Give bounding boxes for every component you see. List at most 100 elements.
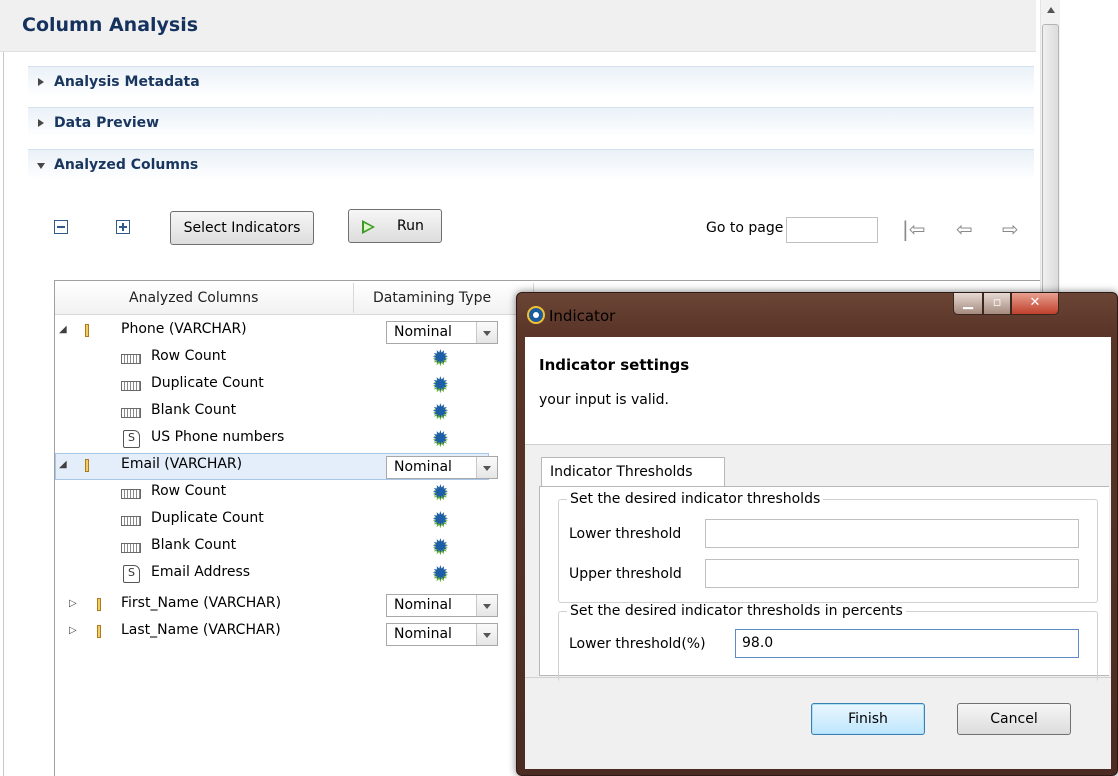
select-value: Nominal [394, 324, 452, 340]
dropdown-arrow-icon [476, 322, 497, 343]
indicator-icon [121, 516, 141, 526]
dialog-header: Indicator settings your input is valid. [525, 337, 1111, 445]
dialog-content: Indicator settings your input is valid. … [525, 337, 1111, 769]
row-label: First_Name (VARCHAR) [121, 595, 282, 611]
select-value: Nominal [394, 626, 452, 642]
section-label: Analyzed Columns [54, 157, 199, 173]
close-button[interactable]: ✕ [1011, 293, 1059, 315]
tab-indicator-thresholds[interactable]: Indicator Thresholds [541, 457, 725, 487]
gear-icon[interactable]: ✹ [432, 509, 449, 529]
run-label: Run [397, 218, 424, 234]
section-label: Analysis Metadata [54, 74, 200, 90]
first-page-icon[interactable]: |⇦ [902, 218, 926, 240]
section-data-preview[interactable]: Data Preview [28, 107, 1034, 141]
header-analyzed-columns[interactable]: Analyzed Columns [129, 290, 258, 306]
dialog-title: Indicator [549, 307, 616, 325]
scroll-up-icon[interactable] [1047, 7, 1055, 13]
select-indicators-button[interactable]: Select Indicators [170, 211, 314, 245]
row-label: Last_Name (VARCHAR) [121, 622, 281, 638]
upper-threshold-input[interactable] [705, 559, 1079, 588]
app-logo-icon [527, 306, 545, 324]
minimize-icon: ▁ [963, 295, 973, 310]
thresholds-group: Set the desired indicator thresholds Low… [558, 491, 1098, 603]
datamining-type-select[interactable]: Nominal [386, 456, 498, 479]
row-label: Duplicate Count [151, 510, 264, 526]
datamining-type-select[interactable]: Nominal [386, 623, 498, 646]
pattern-icon [123, 430, 140, 448]
row-label: Row Count [151, 483, 227, 499]
expand-node-icon[interactable]: ▷ [69, 598, 77, 609]
row-label: Row Count [151, 348, 227, 364]
next-page-icon[interactable]: ⇨ [1002, 218, 1019, 240]
row-label: Duplicate Count [151, 375, 264, 391]
section-label: Data Preview [54, 115, 160, 131]
maximize-icon: ▫ [992, 295, 1002, 310]
datamining-type-select[interactable]: Nominal [386, 321, 498, 344]
row-label: Email (VARCHAR) [121, 456, 243, 472]
section-analyzed-columns[interactable]: Analyzed Columns [28, 149, 1034, 183]
column-icon [97, 598, 101, 611]
editor-left-border [3, 52, 4, 776]
dropdown-arrow-icon [476, 595, 497, 616]
expand-node-icon[interactable]: ▷ [69, 625, 77, 636]
minimize-button[interactable]: ▁ [953, 293, 983, 315]
collapse-node-icon[interactable]: ◢ [59, 324, 67, 335]
select-value: Nominal [394, 597, 452, 613]
gear-icon[interactable]: ✹ [432, 428, 449, 448]
close-icon: ✕ [1029, 295, 1041, 310]
group-title: Set the desired indicator thresholds in … [567, 603, 906, 619]
indicator-icon [121, 354, 141, 364]
expand-all-icon[interactable] [116, 220, 130, 234]
row-label: Email Address [151, 564, 251, 580]
column-icon [85, 324, 89, 337]
validation-message: your input is valid. [539, 392, 670, 408]
lower-threshold-label: Lower threshold [569, 526, 682, 542]
editor-title: Column Analysis [22, 14, 199, 36]
collapse-node-icon[interactable]: ◢ [59, 459, 67, 470]
indicator-icon [121, 381, 141, 391]
row-label: US Phone numbers [151, 429, 285, 445]
section-analysis-metadata[interactable]: Analysis Metadata [28, 66, 1034, 100]
collapse-all-icon[interactable] [54, 220, 68, 234]
lower-threshold-percent-label: Lower threshold(%) [569, 636, 706, 652]
finish-button[interactable]: Finish [811, 703, 925, 735]
upper-threshold-label: Upper threshold [569, 566, 682, 582]
lower-threshold-percent-input[interactable]: 98.0 [735, 629, 1079, 658]
dropdown-arrow-icon [476, 624, 497, 645]
lower-threshold-input[interactable] [705, 519, 1079, 548]
group-title: Set the desired indicator thresholds [567, 491, 824, 507]
indicator-icon [121, 543, 141, 553]
expand-arrow-icon [38, 119, 44, 127]
header-datamining-type[interactable]: Datamining Type [373, 290, 491, 306]
divider [525, 677, 1111, 678]
gear-icon[interactable]: ✹ [432, 563, 449, 583]
table-row-selected[interactable]: ◢ Email (VARCHAR) Nominal [55, 453, 498, 480]
goto-page-input[interactable] [786, 217, 878, 243]
cancel-button[interactable]: Cancel [957, 703, 1071, 735]
dialog-heading: Indicator settings [539, 356, 690, 374]
gear-icon[interactable]: ✹ [432, 374, 449, 394]
row-label: Phone (VARCHAR) [121, 321, 247, 337]
select-value: Nominal [394, 459, 452, 475]
indicator-icon [121, 489, 141, 499]
maximize-button[interactable]: ▫ [983, 293, 1011, 315]
previous-page-icon[interactable]: ⇦ [956, 218, 973, 240]
header-separator [353, 283, 354, 313]
run-icon [362, 220, 375, 234]
indicator-dialog: Indicator ▁ ▫ ✕ Indicator settings your … [516, 292, 1118, 776]
pattern-icon [123, 565, 140, 583]
column-icon [97, 625, 101, 638]
gear-icon[interactable]: ✹ [432, 347, 449, 367]
gear-icon[interactable]: ✹ [432, 482, 449, 502]
row-label: Blank Count [151, 402, 237, 418]
gear-icon[interactable]: ✹ [432, 401, 449, 421]
goto-page-label: Go to page [706, 220, 784, 236]
tab-label: Indicator Thresholds [550, 464, 693, 480]
row-label: Blank Count [151, 537, 237, 553]
editor-header: Column Analysis [0, 0, 1036, 52]
datamining-type-select[interactable]: Nominal [386, 594, 498, 617]
percent-thresholds-group: Set the desired indicator thresholds in … [558, 603, 1098, 681]
run-button[interactable]: Run [348, 209, 442, 243]
gear-icon[interactable]: ✹ [432, 536, 449, 556]
column-icon [85, 459, 89, 472]
